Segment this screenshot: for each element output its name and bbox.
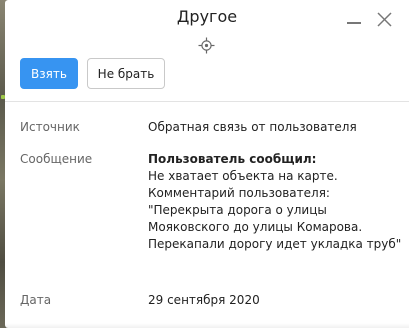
crosshair-icon[interactable] xyxy=(198,37,215,54)
source-value: Обратная связь от пользователя xyxy=(148,120,357,134)
source-label: Источник xyxy=(20,120,80,134)
message-heading: Пользователь сообщил: xyxy=(148,152,317,166)
close-icon xyxy=(377,12,392,27)
message-line: Не хватает объекта на карте. xyxy=(148,169,338,183)
popup-header: Другое xyxy=(5,0,409,40)
minimize-button[interactable] xyxy=(344,10,364,30)
close-button[interactable] xyxy=(374,10,394,30)
date-label: Дата xyxy=(20,293,52,307)
minimize-icon xyxy=(347,22,361,24)
message-line: Мояковского до улицы Комарова. xyxy=(148,220,363,234)
message-line: Комментарий пользователя: xyxy=(148,186,330,200)
skip-button[interactable]: Не брать xyxy=(87,58,165,89)
info-popup: Другое Взять Не брать Источник Обратная … xyxy=(5,0,409,328)
take-button[interactable]: Взять xyxy=(20,58,78,89)
header-divider xyxy=(5,101,409,102)
message-line: "Перекрыта дорога о улицы xyxy=(148,203,327,217)
message-line: Перекапали дорогу идет укладка труб" xyxy=(148,237,402,251)
date-value: 29 сентября 2020 xyxy=(148,293,260,307)
bottom-shadow xyxy=(5,323,409,328)
message-value: Пользователь сообщил: Не хватает объекта… xyxy=(148,151,401,253)
message-label: Сообщение xyxy=(20,152,93,166)
action-bar: Взять Не брать xyxy=(20,58,165,89)
